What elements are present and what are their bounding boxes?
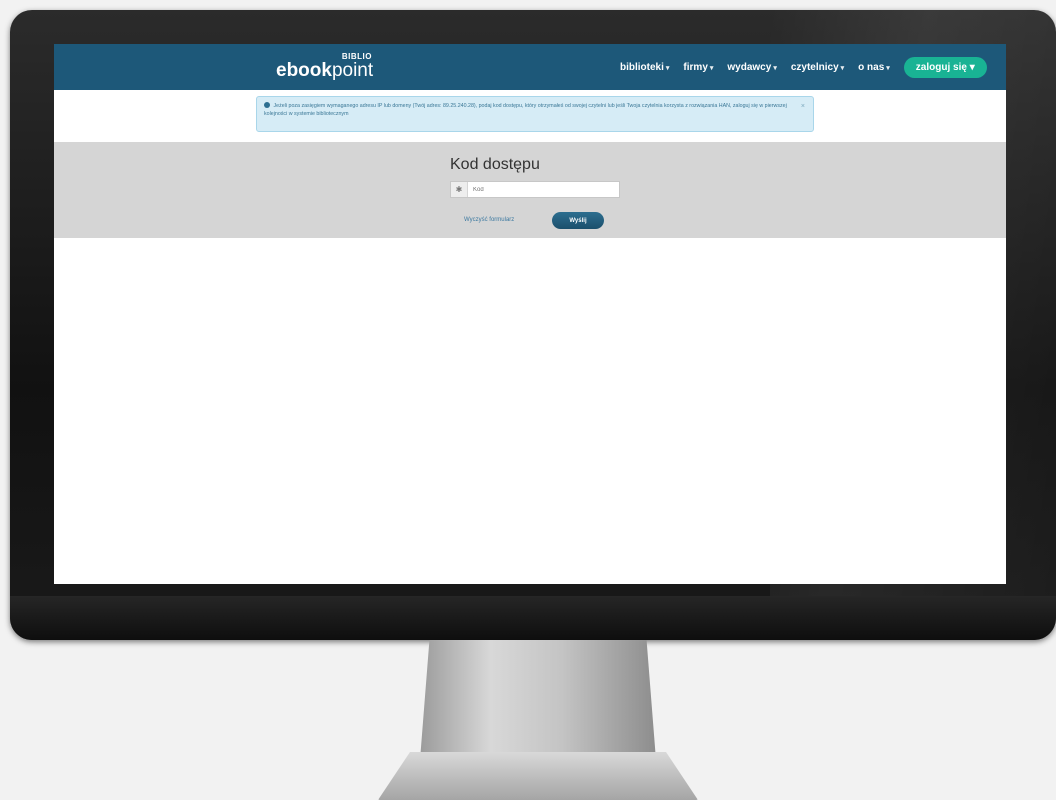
clear-form-link[interactable]: Wyczyść formularz [464,217,514,223]
access-code-panel: Kod dostępu ✱ Wyczyść formularz Wyślij [54,142,1006,238]
alert-text: Jeżeli poza zasięgiem wymaganego adresu … [264,103,787,117]
logo-brand: ebookpoint [276,60,374,81]
info-alert: Jeżeli poza zasięgiem wymaganego adresu … [256,96,814,132]
nav-item-biblioteki[interactable]: biblioteki ▾ [620,62,669,73]
logo[interactable]: BIBLIO ebookpoint [276,52,386,84]
nav-item-czytelnicy[interactable]: czytelnicy ▾ [791,62,844,73]
info-icon [264,102,270,108]
screen: BIBLIO ebookpoint biblioteki ▾ firmy ▾ wyd… [54,44,1006,584]
monitor-bezel-bottom [10,596,1056,640]
submit-button[interactable]: Wyślij [552,212,604,229]
caret-down-icon: ▾ [773,64,777,72]
caret-down-icon: ▾ [665,64,670,72]
nav-item-o-nas[interactable]: o nas ▾ [858,62,890,73]
alert-row: Jeżeli poza zasięgiem wymaganego adresu … [54,90,1006,142]
caret-down-icon: ▾ [969,61,975,73]
nav-menu: biblioteki ▾ firmy ▾ wydawcy ▾ czytelnicy ▾ … [620,44,987,90]
caret-down-icon: ▾ [886,64,890,72]
close-icon[interactable]: × [801,103,805,111]
access-code-input[interactable] [468,182,619,197]
access-code-field: ✱ [450,181,620,198]
nav-item-wydawcy[interactable]: wydawcy ▾ [727,62,776,73]
login-button[interactable]: zaloguj się ▾ [903,56,987,78]
monitor-stand-base [378,752,698,800]
asterisk-icon: ✱ [451,182,468,197]
nav-item-firmy[interactable]: firmy ▾ [683,62,713,73]
page-title: Kod dostępu [450,156,540,173]
caret-down-icon: ▾ [840,64,845,72]
caret-down-icon: ▾ [709,64,714,72]
top-navbar: BIBLIO ebookpoint biblioteki ▾ firmy ▾ wyd… [54,44,1006,90]
monitor-stand-neck [420,640,656,760]
